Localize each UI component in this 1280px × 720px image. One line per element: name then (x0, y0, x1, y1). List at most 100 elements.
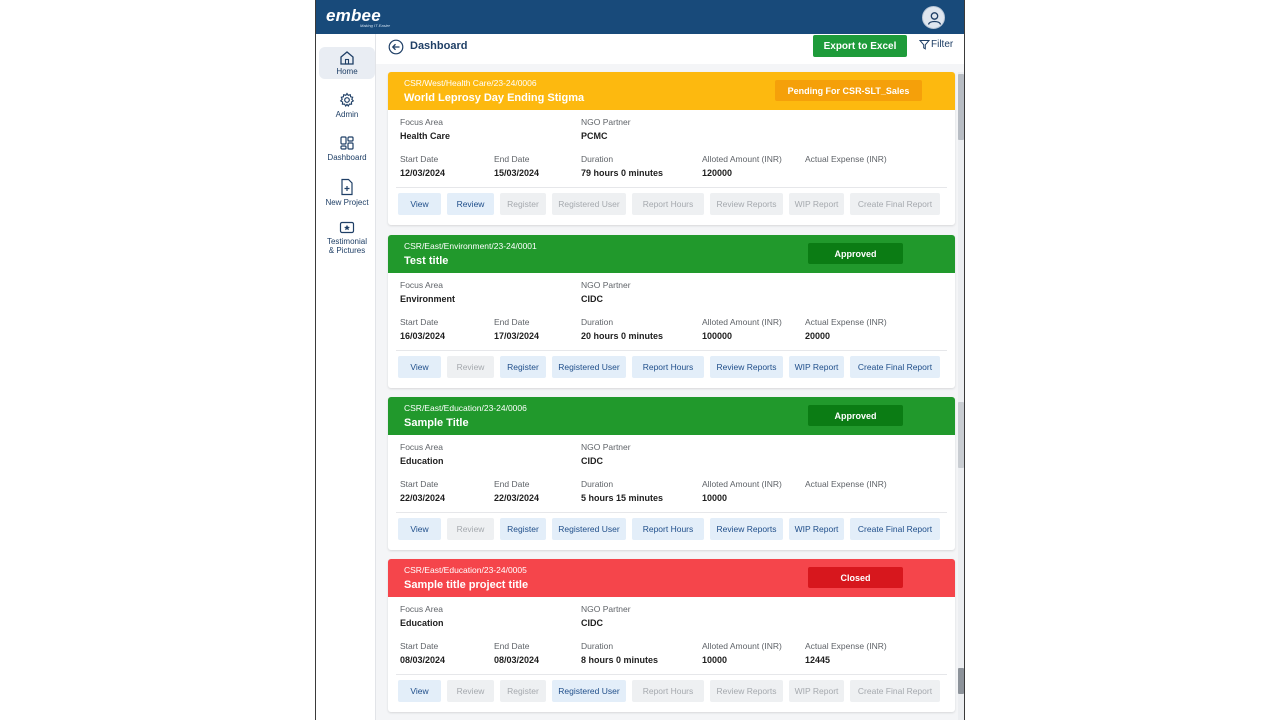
project-title: Test title (404, 255, 449, 267)
create-final-report-button: Create Final Report (850, 680, 940, 702)
ngo-partner-label: NGO Partner (581, 117, 631, 127)
sidebar-item-admin[interactable]: Admin (319, 92, 375, 119)
review-button[interactable]: Review (447, 193, 494, 215)
sidebar-item-label: Testimonial (326, 237, 367, 246)
registered-user-button[interactable]: Registered User (552, 356, 626, 378)
project-card: CSR/East/Environment/23-24/0001 Test titl… (388, 235, 955, 388)
back-arrow-icon[interactable] (388, 39, 404, 55)
export-to-excel-button[interactable]: Export to Excel (813, 35, 907, 57)
project-card: CSR/West/Health Care/23-24/0006 World Lep… (388, 72, 955, 225)
project-card-header: CSR/East/Environment/23-24/0001 Test titl… (388, 235, 955, 273)
create-final-report-button[interactable]: Create Final Report (850, 356, 940, 378)
duration-value: 8 hours 0 minutes (581, 655, 659, 665)
actual-expense-label: Actual Expense (INR) (805, 317, 887, 327)
card-divider (396, 350, 947, 351)
view-button[interactable]: View (398, 356, 441, 378)
view-button[interactable]: View (398, 193, 441, 215)
create-final-report-button: Create Final Report (850, 193, 940, 215)
end-date-value: 17/03/2024 (494, 331, 540, 341)
project-card: CSR/East/Education/23-24/0006 Sample Titl… (388, 397, 955, 550)
duration-label: Duration (581, 317, 614, 327)
registered-user-button[interactable]: Registered User (552, 680, 626, 702)
end-date-value: 22/03/2024 (494, 493, 540, 503)
sidebar-item-label: Dashboard (327, 153, 367, 162)
start-date-label: Start Date (400, 154, 439, 164)
end-date-value: 08/03/2024 (494, 655, 540, 665)
wip-report-button: WIP Report (789, 193, 844, 215)
review-button: Review (447, 518, 494, 540)
main-content: Dashboard Export to Excel Filter CSR/Wes… (376, 34, 964, 720)
ngo-partner-label: NGO Partner (581, 442, 631, 452)
focus-area-label: Focus Area (400, 117, 443, 127)
register-button: Register (500, 680, 546, 702)
start-date-value: 22/03/2024 (400, 493, 446, 503)
status-badge: Closed (808, 567, 903, 588)
alloted-amount-label: Alloted Amount (INR) (702, 317, 782, 327)
create-final-report-button[interactable]: Create Final Report (850, 518, 940, 540)
start-date-label: Start Date (400, 479, 439, 489)
end-date-label: End Date (494, 641, 530, 651)
sidebar-item-dashboard[interactable]: Dashboard (319, 135, 375, 162)
sidebar: Home Admin Dashboard New Project Testimo… (316, 34, 376, 720)
filter-label: Filter (931, 39, 954, 50)
page-title: Dashboard (410, 40, 468, 52)
alloted-amount-label: Alloted Amount (INR) (702, 479, 782, 489)
end-date-label: End Date (494, 317, 530, 327)
duration-value: 5 hours 15 minutes (581, 493, 664, 503)
alloted-amount-label: Alloted Amount (INR) (702, 154, 782, 164)
actual-expense-value: 20000 (805, 331, 831, 341)
report-hours-button: Report Hours (632, 680, 704, 702)
review-reports-button[interactable]: Review Reports (710, 518, 783, 540)
review-reports-button: Review Reports (710, 680, 783, 702)
sidebar-item-testimonial[interactable]: Testimonial & Pictures (319, 221, 375, 255)
sidebar-item-home[interactable]: Home (319, 47, 375, 79)
register-button[interactable]: Register (500, 518, 546, 540)
card-divider (396, 512, 947, 513)
registered-user-button[interactable]: Registered User (552, 518, 626, 540)
scrollbar[interactable] (958, 72, 964, 720)
sidebar-item-label: New Project (325, 198, 369, 207)
scrollbar-thumb[interactable] (958, 74, 964, 140)
project-card-header: CSR/East/Education/23-24/0005 Sample titl… (388, 559, 955, 597)
dashboard-icon (340, 136, 354, 150)
focus-area-label: Focus Area (400, 280, 443, 290)
scrollbar-thumb-active[interactable] (958, 668, 964, 694)
wip-report-button[interactable]: WIP Report (789, 356, 844, 378)
wip-report-button[interactable]: WIP Report (789, 518, 844, 540)
register-button[interactable]: Register (500, 356, 546, 378)
start-date-value: 16/03/2024 (400, 331, 446, 341)
status-badge: Approved (808, 243, 903, 264)
user-avatar[interactable] (922, 6, 945, 29)
project-card-header: CSR/West/Health Care/23-24/0006 World Lep… (388, 72, 955, 110)
scrollbar-thumb-section[interactable] (958, 402, 964, 468)
duration-value: 79 hours 0 minutes (581, 168, 664, 178)
project-title: Sample title project title (404, 579, 529, 591)
project-code: CSR/East/Education/23-24/0005 (404, 565, 527, 575)
start-date-label: Start Date (400, 641, 439, 651)
report-hours-button[interactable]: Report Hours (632, 518, 704, 540)
sidebar-item-label: Home (336, 67, 358, 76)
focus-area-value: Education (400, 456, 444, 466)
review-reports-button: Review Reports (710, 193, 783, 215)
view-button[interactable]: View (398, 680, 441, 702)
card-divider (396, 674, 947, 675)
end-date-value: 15/03/2024 (494, 168, 540, 178)
focus-area-label: Focus Area (400, 442, 443, 452)
view-button[interactable]: View (398, 518, 441, 540)
actual-expense-label: Actual Expense (INR) (805, 479, 887, 489)
duration-label: Duration (581, 641, 614, 651)
project-card-header: CSR/East/Education/23-24/0006 Sample Titl… (388, 397, 955, 435)
ngo-partner-value: CIDC (581, 456, 603, 466)
sidebar-item-new-project[interactable]: New Project (319, 178, 375, 207)
report-hours-button[interactable]: Report Hours (632, 356, 704, 378)
filter-button[interactable]: Filter (919, 39, 953, 50)
status-badge: Approved (808, 405, 903, 426)
duration-label: Duration (581, 154, 614, 164)
project-code: CSR/East/Education/23-24/0006 (404, 403, 527, 413)
actual-expense-value: 12445 (805, 655, 831, 665)
focus-area-label: Focus Area (400, 604, 443, 614)
registered-user-button: Registered User (552, 193, 626, 215)
report-hours-button: Report Hours (632, 193, 704, 215)
review-reports-button[interactable]: Review Reports (710, 356, 783, 378)
end-date-label: End Date (494, 479, 530, 489)
